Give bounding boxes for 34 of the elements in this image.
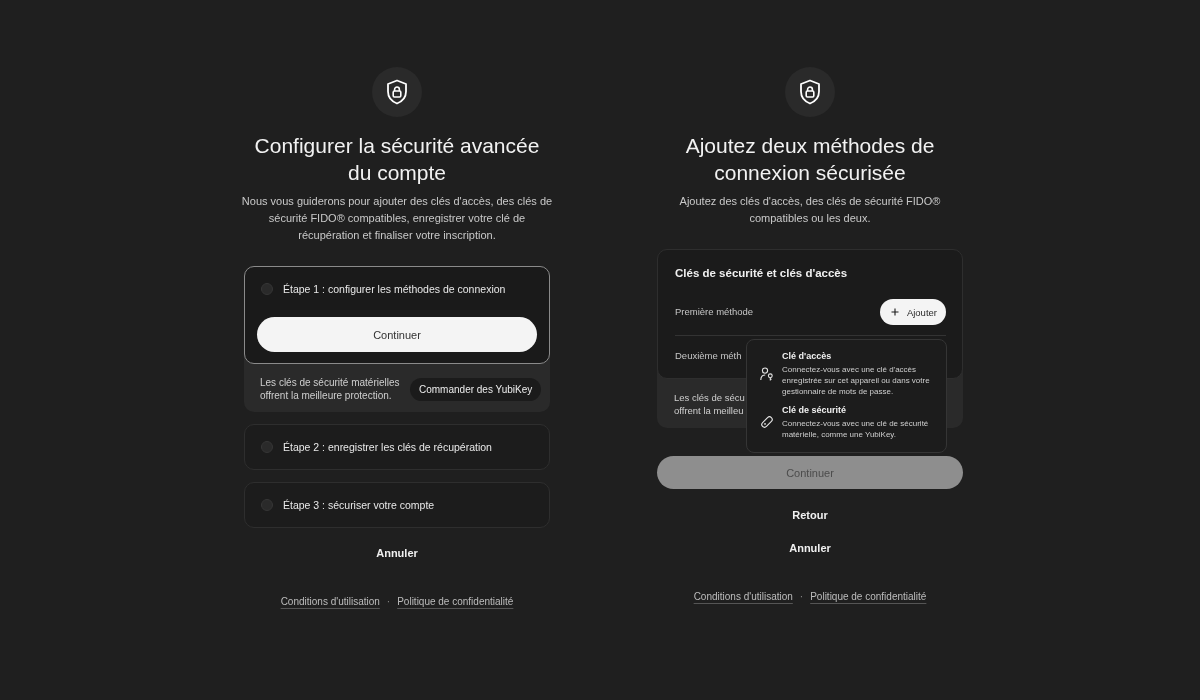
- page-title: Ajoutez deux méthodes de connexion sécurisée: [684, 133, 936, 186]
- shield-lock-icon: [785, 67, 835, 117]
- add-button[interactable]: Ajouter: [879, 299, 946, 325]
- promo-text: Les clés de sécu: [674, 391, 745, 404]
- cancel-link[interactable]: Annuler: [376, 545, 418, 561]
- promo-text: offrent la meilleu: [674, 404, 744, 417]
- menu-item-description: Connectez-vous avec une clé d'accès enregistrée sur cet appareil ou dans votre gestionnaire de mots de passe.: [782, 364, 931, 397]
- footer-separator: ·: [799, 590, 804, 604]
- usb-key-icon: [760, 415, 774, 429]
- method-label: Première méthode: [675, 305, 754, 319]
- step-label: Étape 3 : sécuriser votre compte: [283, 498, 435, 512]
- menu-item-title[interactable]: Clé de sécurité: [782, 404, 932, 416]
- footer-link[interactable]: Politique de confidentialité: [397, 595, 514, 609]
- footer-separator: ·: [386, 595, 391, 609]
- step-label: Étape 2 : enregistrer les clés de récupération: [283, 440, 492, 454]
- page-subtitle: Nous vous guiderons pour ajouter des clés d'accès, des clés de sécurité FIDO® compatibles, enregistrer votre clé de récupération et finaliser votre inscription.: [240, 194, 554, 243]
- menu-item-title[interactable]: Clé d'accès: [782, 350, 932, 362]
- page-subtitle: Ajoutez des clés d'accès, des clés de sécurité FIDO® compatibles ou les deux.: [678, 194, 942, 226]
- person-key-icon: [760, 366, 774, 381]
- step-label: Étape 1 : configurer les méthodes de connexion: [283, 282, 506, 296]
- footer-link[interactable]: Conditions d'utilisation: [693, 590, 793, 604]
- continue-button[interactable]: Continuer: [257, 317, 537, 352]
- footer-link[interactable]: Conditions d'utilisation: [280, 595, 380, 609]
- card-heading: Clés de sécurité et clés d'accès: [675, 266, 849, 280]
- order-button[interactable]: Commander des YubiKey: [410, 377, 542, 401]
- shield-lock-icon: [372, 67, 422, 117]
- footer-link[interactable]: Politique de confidentialité: [810, 590, 927, 604]
- promo-text: Les clés de sécurité matérielles offrent la meilleure protection.: [260, 376, 401, 402]
- method-label: Deuxième méth: [675, 349, 742, 363]
- menu-item-description: Connectez-vous avec une clé de sécurité matérielle, comme une YubiKey.: [782, 418, 930, 440]
- cancel-link[interactable]: Annuler: [789, 540, 831, 556]
- plus-icon: [890, 308, 899, 316]
- page-title: Configurer la sécurité avancée du compte: [253, 133, 541, 186]
- back-link[interactable]: Retour: [792, 507, 828, 523]
